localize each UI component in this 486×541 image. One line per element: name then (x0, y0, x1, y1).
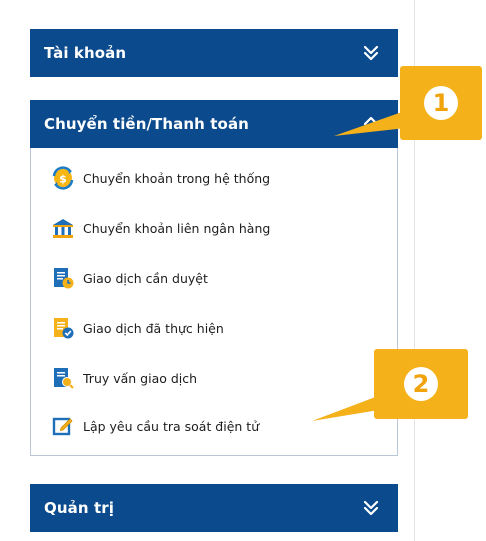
callout-number-2: 2 (404, 367, 438, 401)
callout-marker-2: 2 (374, 349, 468, 419)
callout-marker-1: 1 (400, 66, 482, 140)
callout-pointer-1 (334, 112, 406, 136)
callout-number-1: 1 (424, 86, 458, 120)
